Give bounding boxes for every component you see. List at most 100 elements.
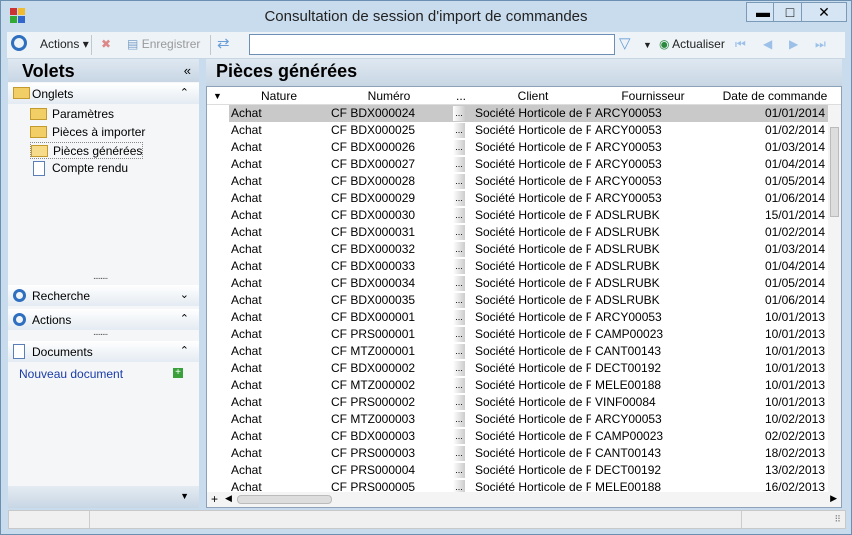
row-ellipsis-button[interactable]: ...	[453, 412, 465, 427]
cell-date: 01/06/2014	[764, 293, 825, 307]
table-row[interactable]: Achat CF PRS000002 Société Horticole de F V…	[229, 394, 829, 411]
row-ellipsis-button[interactable]: ...	[453, 225, 465, 240]
vertical-scrollbar[interactable]	[828, 105, 841, 492]
column-numero[interactable]: Numéro	[329, 89, 449, 103]
table-row[interactable]: Achat CF BDX000034 Société Horticole de F A…	[229, 275, 829, 292]
splitter-grip[interactable]: ........	[93, 271, 108, 282]
row-ellipsis-button[interactable]: ...	[453, 242, 465, 257]
tree-item-pieces-a-importer[interactable]: Pièces à importer	[30, 124, 145, 141]
sync-icon[interactable]: ⇄	[217, 34, 230, 52]
table-row[interactable]: Achat CF BDX000030 Société Horticole de F A…	[229, 207, 829, 224]
table-row[interactable]: Achat CF BDX000002 Société Horticole de F D…	[229, 360, 829, 377]
table-row[interactable]: Achat CF BDX000028 Société Horticole de F A…	[229, 173, 829, 190]
row-ellipsis-button[interactable]: ...	[453, 463, 465, 478]
row-ellipsis-button[interactable]: ...	[453, 174, 465, 189]
section-onglets[interactable]: Onglets ⌃	[8, 83, 199, 104]
row-ellipsis-button[interactable]: ...	[453, 344, 465, 359]
next-page-icon[interactable]: ▶	[789, 37, 798, 51]
row-ellipsis-button[interactable]: ...	[453, 191, 465, 206]
tree-item-parametres[interactable]: Paramètres	[30, 106, 114, 123]
cell-numero: CF PRS000001	[331, 327, 416, 341]
row-ellipsis-button[interactable]: ...	[453, 327, 465, 342]
column-more[interactable]: ...	[453, 89, 469, 103]
tree-item-compte-rendu[interactable]: Compte rendu	[30, 160, 128, 177]
cell-nature: Achat	[231, 191, 262, 205]
row-ellipsis-button[interactable]: ...	[453, 361, 465, 376]
table-row[interactable]: Achat CF BDX000026 Société Horticole de F A…	[229, 139, 829, 156]
row-ellipsis-button[interactable]: ...	[453, 157, 465, 172]
tree-item-pieces-generees[interactable]: Pièces générées	[30, 142, 144, 159]
previous-page-icon[interactable]: ◀	[763, 37, 772, 51]
save-button[interactable]: ▤ Enregistrer	[127, 37, 200, 51]
cell-numero: CF BDX000033	[331, 259, 416, 273]
refresh-button[interactable]: ◉ Actualiser	[659, 37, 725, 51]
delete-icon[interactable]: ✖	[101, 37, 111, 51]
table-row[interactable]: Achat CF PRS000003 Société Horticole de F C…	[229, 445, 829, 462]
toolbar: Actions ▾ ✖ ▤ Enregistrer ⇄ ▽ ▼ ◉ Actual…	[7, 32, 845, 59]
row-ellipsis-button[interactable]: ...	[453, 259, 465, 274]
table-row[interactable]: Achat CF BDX000003 Société Horticole de F C…	[229, 428, 829, 445]
table-row[interactable]: Achat CF MTZ000001 Société Horticole de F C…	[229, 343, 829, 360]
cell-date: 18/02/2013	[764, 446, 825, 460]
column-client[interactable]: Client	[473, 89, 593, 103]
cell-nature: Achat	[231, 242, 262, 256]
row-ellipsis-button[interactable]: ...	[453, 310, 465, 325]
scroll-right-icon[interactable]: ▶	[830, 493, 837, 504]
cell-numero: CF PRS000004	[331, 463, 416, 477]
first-page-icon[interactable]: ⏮	[735, 37, 746, 52]
section-documents[interactable]: Documents ⌃	[8, 341, 199, 362]
row-ellipsis-button[interactable]: ...	[453, 293, 465, 308]
table-row[interactable]: Achat CF PRS000001 Société Horticole de F C…	[229, 326, 829, 343]
row-ellipsis-button[interactable]: ...	[453, 123, 465, 138]
table-row[interactable]: Achat CF BDX000032 Société Horticole de F A…	[229, 241, 829, 258]
collapse-panel-button[interactable]: «	[184, 63, 191, 78]
filter-dropdown-icon[interactable]: ▼	[643, 40, 652, 50]
splitter-grip[interactable]: ........	[93, 327, 108, 338]
table-row[interactable]: Achat CF MTZ000003 Société Horticole de F A…	[229, 411, 829, 428]
panel-toggle-icon[interactable]	[11, 35, 27, 51]
row-ellipsis-button[interactable]: ...	[453, 106, 465, 121]
row-ellipsis-button[interactable]: ...	[453, 140, 465, 155]
row-ellipsis-button[interactable]: ...	[453, 276, 465, 291]
table-row[interactable]: Achat CF BDX000027 Société Horticole de F A…	[229, 156, 829, 173]
more-sections-button[interactable]: ▼	[8, 486, 199, 508]
search-input[interactable]	[249, 34, 615, 55]
actions-menu-button[interactable]: Actions ▾	[40, 37, 89, 51]
new-document-link[interactable]: Nouveau document	[19, 367, 123, 381]
scroll-thumb[interactable]	[830, 127, 839, 217]
table-row[interactable]: Achat CF BDX000031 Société Horticole de F A…	[229, 224, 829, 241]
column-fournisseur[interactable]: Fournisseur	[593, 89, 713, 103]
row-ellipsis-button[interactable]: ...	[453, 429, 465, 444]
column-date-commande[interactable]: Date de commande	[719, 89, 831, 103]
table-row[interactable]: Achat CF PRS000004 Société Horticole de F D…	[229, 462, 829, 479]
cell-nature: Achat	[231, 225, 262, 239]
close-button[interactable]: ✕	[801, 2, 847, 22]
table-row[interactable]: Achat CF BDX000024 Société Horticole de F A…	[229, 105, 829, 122]
horizontal-scrollbar[interactable]: + ◀ ▶	[207, 492, 841, 507]
cell-nature: Achat	[231, 106, 262, 120]
filter-icon[interactable]: ▽	[619, 34, 631, 52]
status-divider	[741, 511, 742, 528]
row-ellipsis-button[interactable]: ...	[453, 446, 465, 461]
cell-nature: Achat	[231, 378, 262, 392]
resize-grip-icon[interactable]: ⠿	[834, 514, 841, 525]
scroll-left-icon[interactable]: ◀	[225, 493, 232, 504]
table-row[interactable]: Achat CF BDX000001 Société Horticole de F A…	[229, 309, 829, 326]
table-row[interactable]: Achat CF BDX000035 Société Horticole de F A…	[229, 292, 829, 309]
column-nature[interactable]: Nature	[229, 89, 329, 103]
last-page-icon[interactable]: ⏭	[815, 37, 826, 52]
add-icon[interactable]: +	[173, 368, 183, 378]
cell-fournisseur: ARCY00053	[595, 174, 662, 188]
table-row[interactable]: Achat CF BDX000033 Société Horticole de F A…	[229, 258, 829, 275]
add-row-icon[interactable]: +	[211, 492, 218, 506]
row-ellipsis-button[interactable]: ...	[453, 208, 465, 223]
section-recherche[interactable]: Recherche ⌄	[8, 285, 199, 306]
row-ellipsis-button[interactable]: ...	[453, 378, 465, 393]
row-ellipsis-button[interactable]: ...	[453, 395, 465, 410]
table-row[interactable]: Achat CF BDX000025 Société Horticole de F A…	[229, 122, 829, 139]
column-chooser-icon[interactable]: ▼	[213, 91, 222, 101]
table-row[interactable]: Achat CF BDX000029 Société Horticole de F A…	[229, 190, 829, 207]
hscroll-thumb[interactable]	[237, 495, 332, 504]
cell-client: Société Horticole de F	[475, 310, 591, 324]
table-row[interactable]: Achat CF MTZ000002 Société Horticole de F M…	[229, 377, 829, 394]
